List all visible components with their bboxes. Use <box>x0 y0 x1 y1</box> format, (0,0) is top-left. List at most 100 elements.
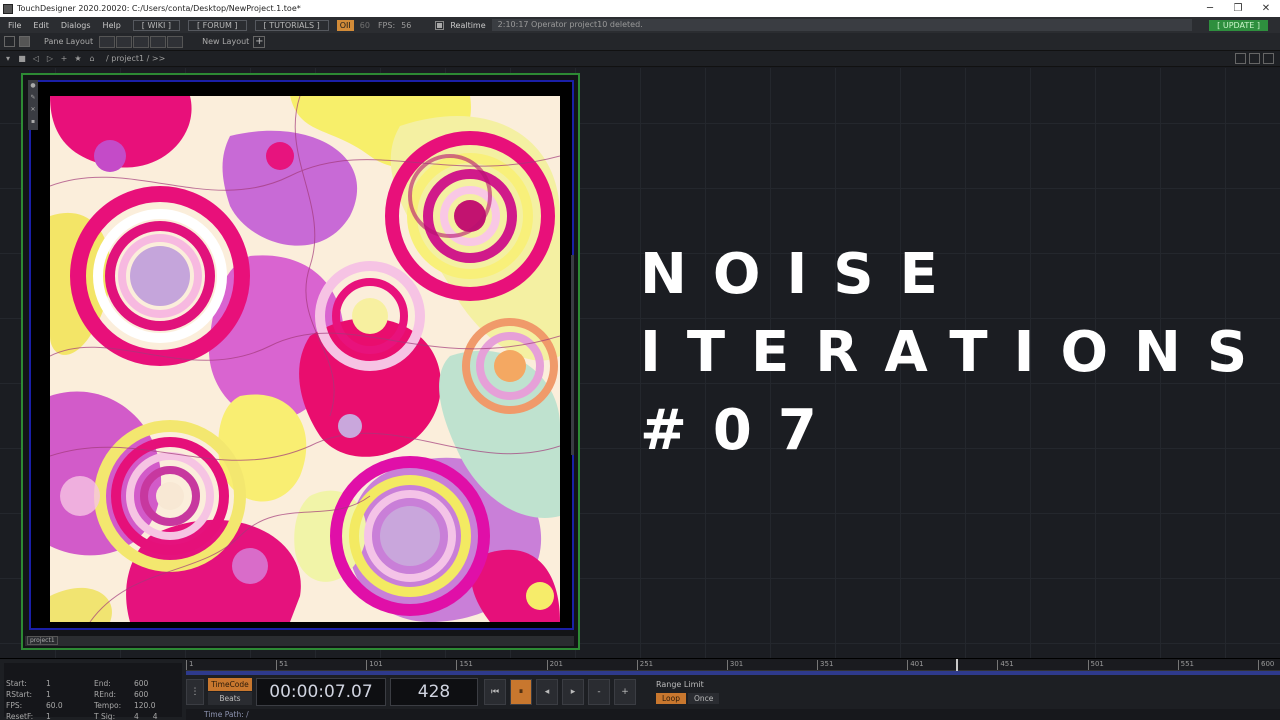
rend-value[interactable]: 600 <box>134 690 148 699</box>
tutorials-button[interactable]: [ TUTORIALS ] <box>254 19 329 31</box>
ruler-tick: 551 <box>1177 660 1194 670</box>
operator-name[interactable]: project1 <box>27 636 58 645</box>
pane-icon-network[interactable] <box>4 36 15 47</box>
edit-flag-icon[interactable]: ✎ <box>28 92 38 104</box>
timeline-ruler[interactable]: 1 51 101 151 201 251 301 351 401 451 501 551 600 <box>186 659 1280 671</box>
timecode-mode-button[interactable]: TimeCode <box>208 678 252 691</box>
maximize-button[interactable]: ❐ <box>1224 3 1252 14</box>
speed-down-button[interactable]: - <box>588 679 610 705</box>
operator-footer: project1 <box>25 636 574 646</box>
star-icon[interactable]: ★ <box>72 54 84 63</box>
close-button[interactable]: ✕ <box>1252 3 1280 14</box>
start-label: Start: <box>6 679 27 688</box>
bypass-flag-icon[interactable]: ✕ <box>28 104 38 116</box>
rend-stat[interactable]: REnd: 600 <box>94 690 148 699</box>
network-path[interactable]: / project1 / >> <box>106 54 165 63</box>
speed-up-button[interactable]: + <box>614 679 636 705</box>
ruler-tick: 101 <box>366 660 383 670</box>
rstart-value[interactable]: 1 <box>46 690 51 699</box>
tsig-label: T Sig: <box>94 712 116 720</box>
new-layout-label[interactable]: New Layout <box>202 37 249 46</box>
ruler-tick: 301 <box>726 660 743 670</box>
pause-button[interactable]: ⏸ <box>510 679 532 705</box>
beats-mode-button[interactable]: Beats <box>208 692 252 705</box>
end-stat[interactable]: End: 600 <box>94 679 148 688</box>
overlay-line-3: #07 <box>640 398 843 463</box>
playhead[interactable] <box>955 659 958 671</box>
rstart-stat[interactable]: RStart: 1 <box>6 690 51 699</box>
tempo-stat[interactable]: Tempo: 120.0 <box>94 701 155 710</box>
ruler-tick: 451 <box>997 660 1014 670</box>
timecode-display[interactable]: 00:00:07.07 <box>256 678 386 706</box>
pane-expand-icon[interactable] <box>1235 53 1246 64</box>
start-stat[interactable]: Start: 1 <box>6 679 51 688</box>
range-limit-options: Loop Once <box>656 693 721 704</box>
rewind-button[interactable]: ⏮ <box>484 679 506 705</box>
add-icon[interactable]: + <box>58 54 70 63</box>
fps-label: FPS: <box>377 20 396 30</box>
add-layout-button[interactable]: + <box>253 35 266 48</box>
transport-controls: ⋮ TimeCode Beats 00:00:07.07 428 ⏮ ⏸ ◂ ▸… <box>186 677 640 707</box>
title-bar: TouchDesigner 2020.20020: C:/Users/conta… <box>0 0 1280 17</box>
ruler-tick: 201 <box>546 660 563 670</box>
path-bar-tools <box>1232 53 1274 64</box>
update-button[interactable]: [ UPDATE ] <box>1209 20 1268 31</box>
fps-stat-value[interactable]: 60.0 <box>46 701 63 710</box>
fps-stat[interactable]: FPS: 60.0 <box>6 701 63 710</box>
tsig-stat[interactable]: T Sig: 4 4 <box>94 712 158 720</box>
forum-button[interactable]: [ FORUM ] <box>188 19 247 31</box>
once-button[interactable]: Once <box>688 693 720 704</box>
chevron-down-icon[interactable]: ▾ <box>2 54 14 63</box>
ruler-tick: 501 <box>1087 660 1104 670</box>
timeline-range-bar[interactable] <box>186 671 1280 675</box>
resetf-value[interactable]: 1 <box>46 712 51 720</box>
step-back-button[interactable]: ◂ <box>536 679 558 705</box>
wiki-button[interactable]: [ WIKI ] <box>132 19 180 31</box>
pane-layout-label: Pane Layout <box>44 37 94 46</box>
home-icon[interactable]: ⌂ <box>86 54 98 63</box>
menu-dialogs[interactable]: Dialogs <box>61 21 91 30</box>
performance-badge[interactable]: OII <box>336 19 354 31</box>
operator-output-connector[interactable] <box>571 255 574 455</box>
lock-flag-icon[interactable]: ▪ <box>28 116 38 128</box>
start-value[interactable]: 1 <box>46 679 51 688</box>
resetf-stat[interactable]: ResetF: 1 <box>6 712 51 720</box>
range-limit: Range Limit Loop Once <box>656 680 721 704</box>
pane-split-icon[interactable] <box>1249 53 1260 64</box>
menu-help[interactable]: Help <box>103 21 121 30</box>
layout-single[interactable] <box>99 35 116 48</box>
frame-display[interactable]: 428 <box>390 678 478 706</box>
forward-icon[interactable]: ▷ <box>44 54 56 63</box>
realtime-checkbox[interactable] <box>435 20 445 30</box>
overlay-line-1: NOISE <box>640 242 964 307</box>
layout-split-vertical[interactable] <box>116 35 133 48</box>
minimize-button[interactable]: ─ <box>1196 3 1224 14</box>
stop-icon[interactable]: ■ <box>16 54 28 63</box>
layout-split-horizontal[interactable] <box>133 35 150 48</box>
layout-quad[interactable] <box>167 35 184 48</box>
fps-target: 60 <box>359 20 370 30</box>
step-forward-button[interactable]: ▸ <box>562 679 584 705</box>
pane-close-icon[interactable] <box>1263 53 1274 64</box>
tsig-denominator[interactable]: 4 <box>153 712 158 720</box>
menu-file[interactable]: File <box>8 21 21 30</box>
pane-icon-panel[interactable] <box>19 36 30 47</box>
tsig-numerator[interactable]: 4 <box>134 712 139 720</box>
status-message: 2:10:17 Operator project10 deleted. <box>491 19 1192 31</box>
rend-label: REnd: <box>94 690 116 699</box>
tempo-value[interactable]: 120.0 <box>134 701 155 710</box>
layout-three[interactable] <box>150 35 167 48</box>
menu-edit[interactable]: Edit <box>33 21 49 30</box>
end-label: End: <box>94 679 111 688</box>
timeline-settings: Start: 1 End: 600 RStart: 1 REnd: 600 FPS: 60… <box>4 663 182 720</box>
viewer-flag-icon[interactable]: ● <box>28 80 38 92</box>
end-value[interactable]: 600 <box>134 679 148 688</box>
window-title: TouchDesigner 2020.20020: C:/Users/conta… <box>17 4 301 13</box>
loop-button[interactable]: Loop <box>656 693 686 704</box>
resetf-label: ResetF: <box>6 712 34 720</box>
back-icon[interactable]: ◁ <box>30 54 42 63</box>
transport-options-button[interactable]: ⋮ <box>186 679 204 705</box>
time-path[interactable]: Time Path: / <box>186 709 1280 720</box>
time-display-mode: TimeCode Beats <box>208 678 252 706</box>
touchdesigner-window: TouchDesigner 2020.20020: C:/Users/conta… <box>0 0 1280 720</box>
